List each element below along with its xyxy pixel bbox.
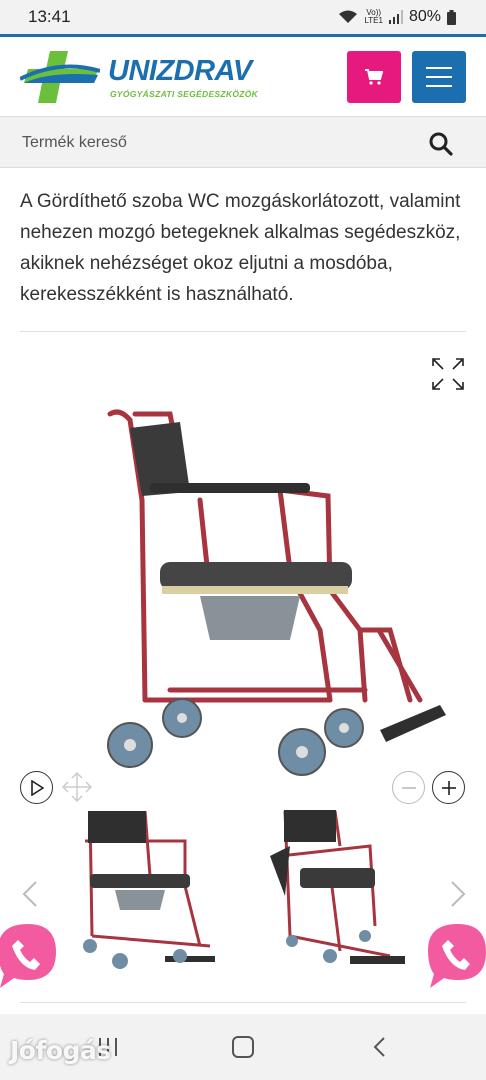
- zoom-out-button[interactable]: [392, 771, 425, 804]
- play-button[interactable]: [20, 771, 53, 804]
- signal-bars-icon: [388, 10, 403, 24]
- divider: [20, 1002, 466, 1003]
- home-icon[interactable]: [232, 1036, 254, 1058]
- status-bar: 13:41 Vo)) LTE1 80%: [0, 0, 486, 34]
- chevron-right-icon[interactable]: [448, 880, 468, 908]
- network-indicator: Vo)) LTE1: [364, 9, 383, 25]
- unizdrav-logo[interactable]: UNIZDRAV GYÓGYÁSZATI SEGÉDESZKÖZÖK: [20, 49, 280, 109]
- move-arrows-icon[interactable]: [60, 770, 94, 804]
- cart-icon: [365, 69, 383, 85]
- search-input[interactable]: [22, 129, 402, 157]
- search-bar: [0, 116, 486, 168]
- call-button-right[interactable]: [420, 920, 486, 992]
- play-icon: [30, 779, 44, 796]
- call-button-left[interactable]: [0, 920, 60, 992]
- status-icons: Vo)) LTE1 80%: [338, 8, 456, 26]
- zoom-out-icon: [401, 786, 416, 789]
- brand-name: UNIZDRAV: [108, 55, 252, 87]
- zoom-in-button[interactable]: [432, 771, 465, 804]
- cart-button[interactable]: [347, 51, 401, 103]
- battery-percent: 80%: [408, 8, 441, 25]
- hamburger-menu-icon: [426, 67, 452, 69]
- battery-icon: [447, 9, 456, 25]
- zoom-in-icon: [441, 780, 456, 795]
- divider: [20, 331, 466, 332]
- product-thumbnail-1[interactable]: [70, 806, 220, 976]
- menu-button[interactable]: [412, 51, 466, 103]
- watermark: Jófogás: [10, 1036, 111, 1065]
- product-description: A Gördíthető szoba WC mozgáskorlátozott,…: [20, 191, 461, 305]
- brand-tagline: GYÓGYÁSZATI SEGÉDESZKÖZÖK: [110, 89, 259, 99]
- fullscreen-expand-icon[interactable]: [430, 356, 466, 392]
- back-icon[interactable]: [372, 1036, 388, 1058]
- logo-cross-icon: [20, 51, 100, 103]
- wifi-icon: [339, 10, 358, 23]
- hamburger-line: [426, 85, 452, 87]
- site-header: UNIZDRAV GYÓGYÁSZATI SEGÉDESZKÖZÖK: [0, 34, 486, 116]
- search-icon[interactable]: [428, 131, 454, 157]
- network-lte-label: LTE1: [364, 16, 383, 25]
- product-main-image[interactable]: [90, 400, 460, 780]
- product-thumbnail-2[interactable]: [270, 806, 420, 976]
- status-time: 13:41: [28, 7, 71, 26]
- chevron-left-icon[interactable]: [20, 880, 40, 908]
- hamburger-line: [426, 76, 452, 78]
